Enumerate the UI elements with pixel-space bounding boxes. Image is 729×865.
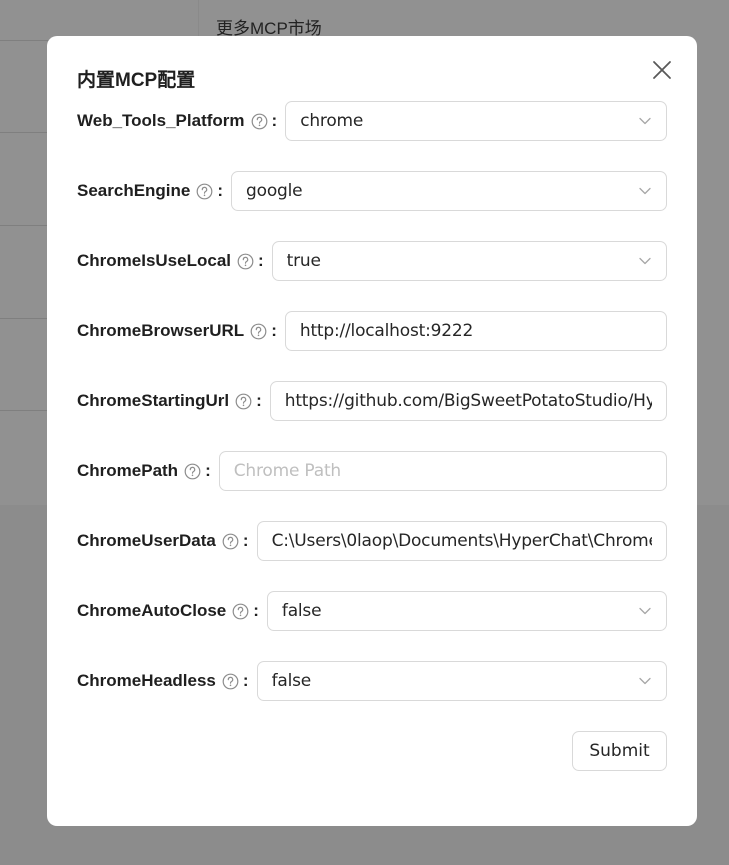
field-label-text: ChromeHeadless — [77, 671, 216, 690]
chromebrowserurl-input[interactable]: http://localhost:9222 — [284, 311, 667, 351]
chromeheadless-select[interactable]: false — [256, 661, 667, 701]
help-icon[interactable] — [222, 673, 239, 690]
field-value: false — [271, 671, 312, 691]
form-row-searchengine: SearchEngine: google — [77, 171, 667, 211]
label-colon: : — [256, 391, 262, 410]
modal-title: 内置MCP配置 — [77, 70, 196, 91]
field-value: C:\Users\0laop\Documents\HyperChat\Chrom… — [271, 531, 652, 551]
field-label-text: ChromeAutoClose — [77, 601, 227, 620]
label-colon: : — [258, 251, 264, 270]
chromeisuselocal-select[interactable]: true — [271, 241, 667, 281]
field-label: ChromeBrowserURL: — [77, 321, 285, 341]
help-icon[interactable] — [235, 393, 252, 410]
field-label: ChromeAutoClose: — [77, 601, 267, 621]
form-row-chromeisuselocal: ChromeIsUseLocal: true — [77, 241, 667, 281]
field-label: ChromeStartingUrl: — [77, 391, 270, 411]
label-colon: : — [205, 461, 211, 480]
chromestartingurl-input[interactable]: https://github.com/BigSweetPotatoStudio/… — [269, 381, 667, 421]
help-icon[interactable] — [251, 113, 268, 130]
chevron-down-icon — [638, 114, 652, 128]
chromepath-input[interactable]: Chrome Path — [218, 451, 667, 491]
chevron-down-icon — [638, 254, 652, 268]
form-row-chromestartingurl: ChromeStartingUrl: https://github.com/Big… — [77, 381, 667, 421]
label-colon: : — [271, 321, 277, 340]
field-label-text: ChromeIsUseLocal — [77, 251, 231, 270]
form-row-chromepath: ChromePath: Chrome Path — [77, 451, 667, 491]
chromeuserdata-input[interactable]: C:\Users\0laop\Documents\HyperChat\Chrom… — [256, 521, 667, 561]
web-tools-platform-select[interactable]: chrome — [285, 101, 667, 141]
form-row-chromebrowserurl: ChromeBrowserURL: http://localhost:9222 — [77, 311, 667, 351]
form-row-chromeheadless: ChromeHeadless: false — [77, 661, 667, 701]
chevron-down-icon — [638, 674, 652, 688]
field-label-text: ChromePath — [77, 461, 179, 480]
chromeautoclose-select[interactable]: false — [266, 591, 667, 631]
help-icon[interactable] — [237, 253, 254, 270]
form-row-web-tools-platform: Web_Tools_Platform: chrome — [77, 101, 667, 141]
field-label: ChromePath: — [77, 461, 219, 481]
label-colon: : — [271, 111, 278, 130]
close-icon — [653, 61, 671, 79]
field-value: true — [286, 251, 321, 271]
mcp-config-modal: 内置MCP配置 Web_Tools_Platform: chrome SearchE… — [47, 36, 697, 826]
field-label: ChromeHeadless: — [77, 671, 257, 691]
help-icon[interactable] — [250, 323, 267, 340]
field-value: chrome — [300, 111, 364, 131]
field-label-text: ChromeUserData — [77, 531, 216, 550]
label-colon: : — [242, 531, 249, 550]
searchengine-select[interactable]: google — [231, 171, 667, 211]
field-label-text: SearchEngine — [77, 181, 191, 200]
field-label-text: ChromeBrowserURL — [77, 321, 245, 340]
help-icon[interactable] — [184, 463, 201, 480]
label-colon: : — [217, 181, 224, 200]
field-label: ChromeUserData: — [77, 531, 257, 551]
label-colon: : — [242, 671, 249, 690]
field-value: false — [281, 601, 322, 621]
close-button[interactable] — [651, 59, 673, 81]
submit-button[interactable]: Submit — [572, 731, 667, 771]
field-value: google — [246, 181, 303, 201]
help-icon[interactable] — [222, 533, 239, 550]
label-colon: : — [253, 601, 259, 620]
field-label: Web_Tools_Platform: — [77, 111, 285, 131]
field-label: ChromeIsUseLocal: — [77, 251, 272, 271]
field-label-text: ChromeStartingUrl — [77, 391, 230, 410]
help-icon[interactable] — [196, 183, 213, 200]
field-placeholder: Chrome Path — [233, 461, 341, 481]
form-row-chromeuserdata: ChromeUserData: C:\Users\0laop\Documents\… — [77, 521, 667, 561]
field-value: https://github.com/BigSweetPotatoStudio/… — [284, 391, 652, 411]
field-label-text: Web_Tools_Platform — [77, 111, 245, 130]
chevron-down-icon — [638, 604, 652, 618]
field-label: SearchEngine: — [77, 181, 231, 201]
help-icon[interactable] — [232, 603, 249, 620]
field-value: http://localhost:9222 — [299, 321, 474, 341]
chevron-down-icon — [638, 184, 652, 198]
form-row-chromeautoclose: ChromeAutoClose: false — [77, 591, 667, 631]
